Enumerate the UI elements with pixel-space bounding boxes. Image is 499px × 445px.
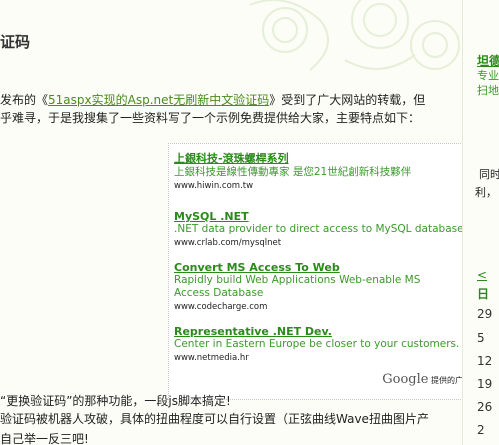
article-line-4: 验证码被机器人攻破，具体的扭曲程度可以自行设置（正弦曲线Wave扭曲图片产 (0, 412, 429, 426)
google-logo: Google (382, 372, 429, 387)
sidebar-text: 同时 (479, 168, 499, 181)
article-area: 证码 发布的《51aspx实现的Asp.net无刷新中文验证码》受到了广大网站的… (0, 0, 462, 445)
ad-title[interactable]: MySQL .NET (174, 210, 462, 223)
ad-title[interactable]: Convert MS Access To Web (174, 261, 462, 274)
ad-url[interactable]: www.netmedia.hr (174, 353, 462, 363)
calendar-prev-link[interactable]: < (477, 268, 487, 282)
ad-title[interactable]: 上銀科技-滾珠螺桿系列 (174, 150, 462, 166)
ads-by-google[interactable]: Google 提供的广 (382, 372, 462, 387)
ad-description: Rapidly build Web Applications Web-enabl… (174, 274, 421, 299)
calendar-day-header: 日 (477, 287, 490, 301)
ad-item: 上銀科技-滾珠螺桿系列 上銀科技是線性傳動專家 是您21世紀創新科技夥伴 www… (174, 150, 462, 191)
ad-item: MySQL .NET .NET data provider to direct … (174, 210, 462, 248)
ads-by-text: 提供的广 (431, 376, 462, 385)
ad-url[interactable]: www.codecharge.com (174, 302, 462, 312)
article-line-1: 发布的《51aspx实现的Asp.net无刷新中文验证码》受到了广大网站的转载，… (0, 91, 425, 108)
line-suffix: 》受到了广大网站的转载，但 (269, 93, 426, 107)
page-title: 证码 (0, 33, 31, 51)
article-line-3: “更换验证码”的那种功能，一段js脚本搞定! (0, 394, 231, 408)
ad-url[interactable]: www.hiwin.com.tw (174, 181, 462, 191)
calendar-day[interactable]: 26 (477, 400, 492, 414)
decorative-swirl (249, 0, 460, 71)
ad-description: 上銀科技是線性傳動專家 是您21世紀創新科技夥伴 (174, 166, 412, 178)
article-line-2: 乎难寻，于是我搜集了一些资料写了一个示例免费提供给大家，主要特点如下： (0, 111, 421, 125)
google-ad-box: 上銀科技-滾珠螺桿系列 上銀科技是線性傳動專家 是您21世紀創新科技夥伴 www… (168, 143, 462, 400)
line-prefix: 发布的《 (0, 93, 49, 107)
right-sidebar: 坦德 专业 扫地 同时 利， < 日 29 5 12 19 26 2 (462, 0, 499, 445)
article-line-5: 自己举一反三吧! (0, 432, 89, 445)
ad-description: .NET data provider to direct access to M… (174, 223, 462, 235)
calendar-day[interactable]: 12 (477, 354, 492, 368)
ad-description: Center in Eastern Europe be closer to yo… (174, 338, 460, 350)
ad-item: Convert MS Access To Web Rapidly build W… (174, 261, 462, 312)
ad-url[interactable]: www.crlab.com/mysqlnet (174, 238, 462, 248)
ad-item: Representative .NET Dev. Center in Easte… (174, 325, 462, 363)
ad-title[interactable]: Representative .NET Dev. (174, 325, 462, 338)
article-link[interactable]: 51aspx实现的Asp.net无刷新中文验证码 (48, 93, 269, 107)
sidebar-ad-text: 扫地 (477, 84, 499, 97)
sidebar-ad-text: 专业 (477, 69, 499, 82)
sidebar-text: 利， (475, 186, 497, 199)
calendar-day[interactable]: 2 (477, 423, 485, 437)
calendar-day[interactable]: 19 (477, 377, 492, 391)
calendar-day[interactable]: 29 (477, 307, 492, 321)
calendar-day[interactable]: 5 (477, 331, 485, 345)
